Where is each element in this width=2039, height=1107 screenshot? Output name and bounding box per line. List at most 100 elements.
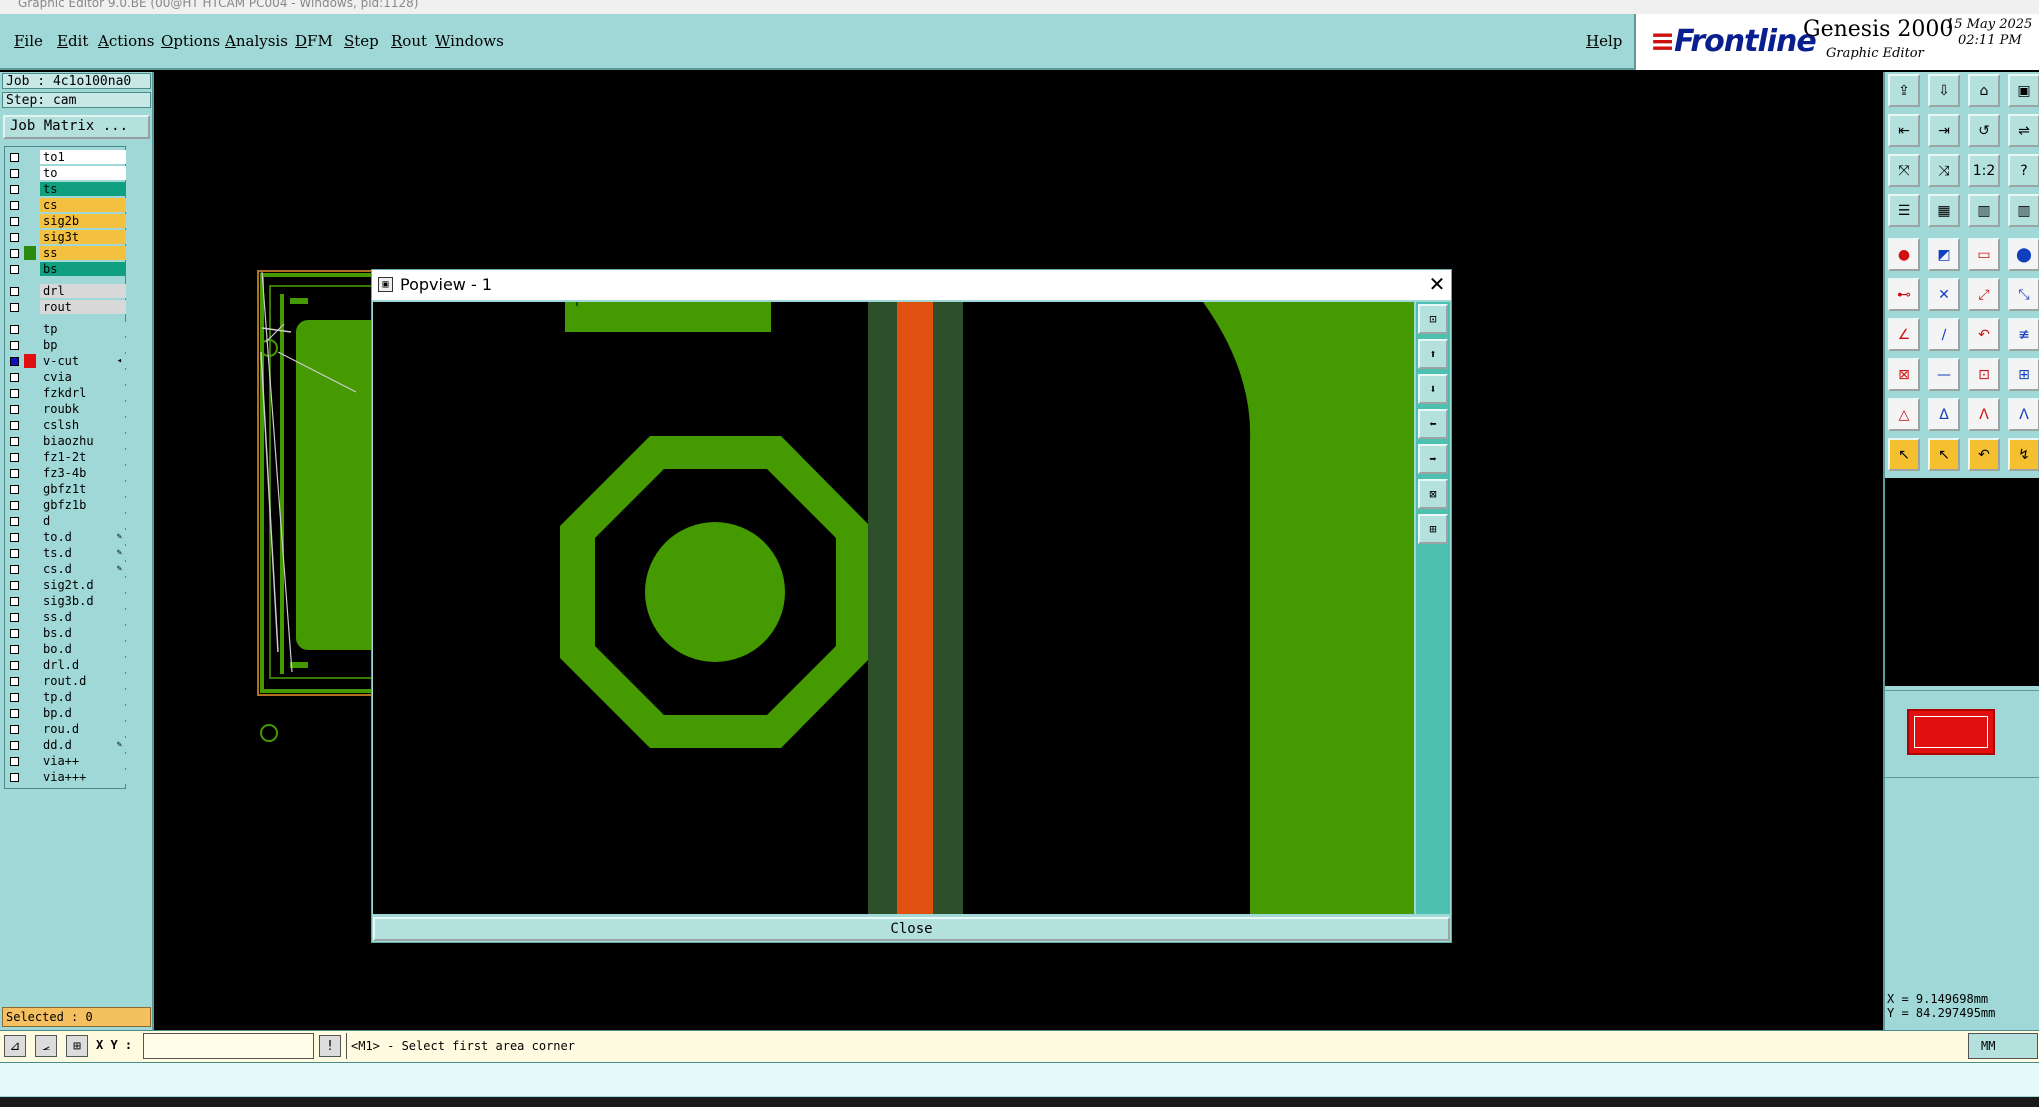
- layer-name[interactable]: roubk: [40, 402, 126, 416]
- toolbar-tool-icon[interactable]: ⇌: [2008, 114, 2039, 147]
- layer-row[interactable]: to1: [6, 150, 126, 165]
- toolbar-tool-icon[interactable]: ⬤: [2008, 238, 2039, 271]
- layer-checkbox[interactable]: [10, 421, 19, 430]
- toolbar-tool-icon[interactable]: ∕: [1928, 318, 1960, 351]
- layer-row[interactable]: tp.d: [6, 690, 126, 705]
- layer-name[interactable]: v-cut: [40, 354, 126, 368]
- layer-name[interactable]: via++: [40, 754, 126, 768]
- popview-pan-left-button[interactable]: ⬅: [1418, 409, 1448, 439]
- layer-row[interactable]: to: [6, 166, 126, 181]
- toolbar-tool-icon[interactable]: ⤨: [1928, 154, 1960, 187]
- toolbar-tool-icon[interactable]: ▥: [1968, 194, 2000, 227]
- layer-row[interactable]: ss: [6, 246, 126, 261]
- layer-name[interactable]: fz1-2t: [40, 450, 126, 464]
- popview-pan-up-button[interactable]: ⬆: [1418, 339, 1448, 369]
- layer-name[interactable]: cs: [40, 198, 126, 212]
- layer-checkbox[interactable]: [10, 325, 19, 334]
- layer-row[interactable]: gbfz1t: [6, 482, 126, 497]
- toolbar-tool-icon[interactable]: —: [1928, 358, 1960, 391]
- layer-row[interactable]: cvia: [6, 370, 126, 385]
- layer-row[interactable]: fz1-2t: [6, 450, 126, 465]
- layer-name[interactable]: bp: [40, 338, 126, 352]
- layer-name[interactable]: to: [40, 166, 126, 180]
- layer-checkbox[interactable]: [10, 357, 19, 366]
- layer-row[interactable]: sig2b: [6, 214, 126, 229]
- layer-name[interactable]: rout: [40, 300, 126, 314]
- toolbar-tool-icon[interactable]: ⇥: [1928, 114, 1960, 147]
- toolbar-tool-icon[interactable]: ☰: [1888, 194, 1920, 227]
- xy-input[interactable]: [143, 1033, 314, 1059]
- layer-name[interactable]: sig3b.d: [40, 594, 126, 608]
- layer-row[interactable]: sig3b.d: [6, 594, 126, 609]
- layer-checkbox[interactable]: [10, 501, 19, 510]
- layer-checkbox[interactable]: [10, 485, 19, 494]
- layer-name[interactable]: bs: [40, 262, 126, 276]
- toolbar-tool-icon[interactable]: ↖: [1888, 438, 1920, 471]
- layer-name[interactable]: fzkdrl: [40, 386, 126, 400]
- layer-row[interactable]: fzkdrl: [6, 386, 126, 401]
- layer-name[interactable]: sig3t: [40, 230, 126, 244]
- layer-row[interactable]: bs.d: [6, 626, 126, 641]
- toolbar-tool-icon[interactable]: ↶: [1968, 438, 2000, 471]
- toolbar-tool-icon[interactable]: ●: [1888, 238, 1920, 271]
- layer-name[interactable]: ts.d: [40, 546, 126, 560]
- toolbar-tool-icon[interactable]: ⇩: [1928, 74, 1960, 107]
- layer-name[interactable]: tp.d: [40, 690, 126, 704]
- layer-checkbox[interactable]: [10, 217, 19, 226]
- toolbar-tool-icon[interactable]: ⇤: [1888, 114, 1920, 147]
- layer-checkbox[interactable]: [10, 169, 19, 178]
- layer-row[interactable]: cslsh: [6, 418, 126, 433]
- layer-row[interactable]: ts: [6, 182, 126, 197]
- popview-close-icon[interactable]: ✕: [1424, 270, 1450, 300]
- layer-name[interactable]: ss: [40, 246, 126, 260]
- toolbar-tool-icon[interactable]: Λ: [1968, 398, 2000, 431]
- toolbar-tool-icon[interactable]: ⤡: [2008, 278, 2039, 311]
- layer-name[interactable]: ss.d: [40, 610, 126, 624]
- layer-checkbox[interactable]: [10, 597, 19, 606]
- layer-row[interactable]: bp: [6, 338, 126, 353]
- layer-row[interactable]: dd.d ✎: [6, 738, 126, 753]
- layer-row[interactable]: tp: [6, 322, 126, 337]
- layer-row[interactable]: d: [6, 514, 126, 529]
- toolbar-tool-icon[interactable]: ↶: [1968, 318, 2000, 351]
- layer-checkbox[interactable]: [10, 693, 19, 702]
- menu-windows[interactable]: Windows: [435, 32, 504, 50]
- layer-name[interactable]: fz3-4b: [40, 466, 126, 480]
- menu-help[interactable]: Help: [1586, 32, 1622, 50]
- toolbar-tool-icon[interactable]: ↖: [1928, 438, 1960, 471]
- toolbar-tool-icon[interactable]: ◩: [1928, 238, 1960, 271]
- toolbar-tool-icon[interactable]: ⊞: [2008, 358, 2039, 391]
- layer-checkbox[interactable]: [10, 725, 19, 734]
- layer-checkbox[interactable]: [10, 709, 19, 718]
- layer-checkbox[interactable]: [10, 287, 19, 296]
- layer-name[interactable]: drl: [40, 284, 126, 298]
- popview-pan-right-button[interactable]: ➡: [1418, 444, 1448, 474]
- layer-name[interactable]: cvia: [40, 370, 126, 384]
- units-selector[interactable]: MM: [1968, 1033, 2038, 1059]
- layer-name[interactable]: rout.d: [40, 674, 126, 688]
- menu-dfm[interactable]: DFM: [295, 32, 333, 50]
- toolbar-tool-icon[interactable]: Δ: [1928, 398, 1960, 431]
- menu-analysis[interactable]: Analysis: [225, 32, 288, 50]
- toolbar-tool-icon[interactable]: ✕: [1928, 278, 1960, 311]
- layer-name[interactable]: drl.d: [40, 658, 126, 672]
- layer-name[interactable]: tp: [40, 322, 126, 336]
- layer-checkbox[interactable]: [10, 453, 19, 462]
- layer-name[interactable]: gbfz1t: [40, 482, 126, 496]
- job-matrix-button[interactable]: Job Matrix ...: [3, 115, 150, 139]
- layer-row[interactable]: via++: [6, 754, 126, 769]
- layer-row[interactable]: sig2t.d: [6, 578, 126, 593]
- layer-name[interactable]: via+++: [40, 770, 126, 784]
- layer-checkbox[interactable]: [10, 405, 19, 414]
- layer-name[interactable]: rou.d: [40, 722, 126, 736]
- layer-name[interactable]: gbfz1b: [40, 498, 126, 512]
- layer-checkbox[interactable]: [10, 233, 19, 242]
- toolbar-tool-icon[interactable]: ⤢: [1968, 278, 2000, 311]
- layer-row[interactable]: biaozhu: [6, 434, 126, 449]
- menu-edit[interactable]: Edit: [57, 32, 88, 50]
- toolbar-tool-icon[interactable]: ▣: [2008, 74, 2039, 107]
- layer-row[interactable]: rou.d: [6, 722, 126, 737]
- menu-options[interactable]: Options: [161, 32, 220, 50]
- info-icon[interactable]: !: [319, 1035, 341, 1057]
- layer-name[interactable]: to.d: [40, 530, 126, 544]
